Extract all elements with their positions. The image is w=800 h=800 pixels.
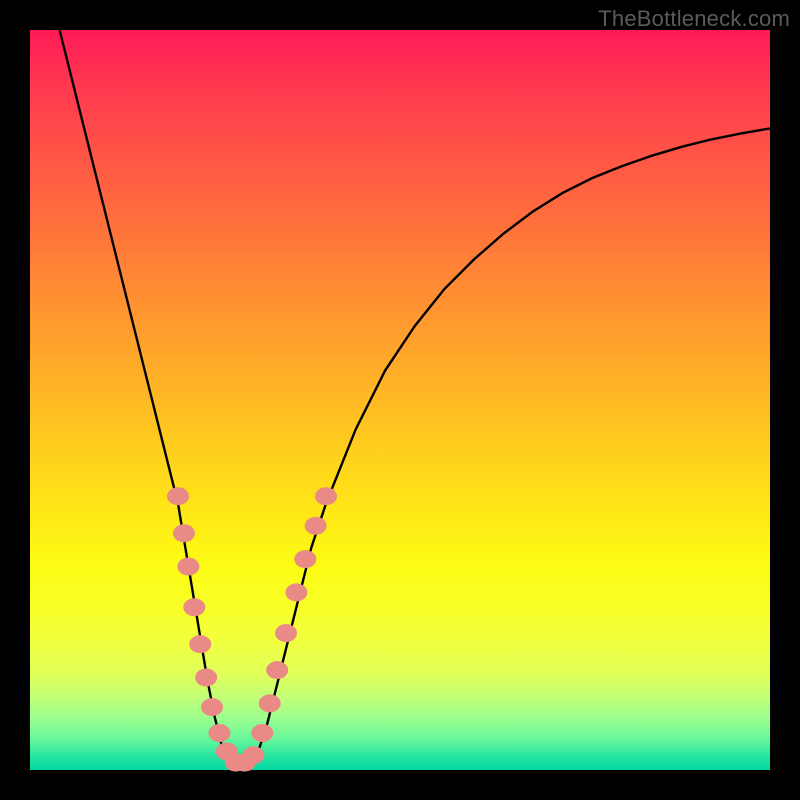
watermark-text: TheBottleneck.com: [598, 6, 790, 32]
data-marker: [266, 661, 288, 679]
data-marker: [259, 694, 281, 712]
curve-layer: [30, 30, 770, 770]
data-marker: [208, 724, 230, 742]
data-marker: [195, 669, 217, 687]
data-marker: [201, 698, 223, 716]
data-marker: [189, 635, 211, 653]
data-marker: [294, 550, 316, 568]
data-marker: [183, 598, 205, 616]
data-marker: [315, 487, 337, 505]
data-marker: [275, 624, 297, 642]
plot-area: [30, 30, 770, 770]
bottleneck-curve: [60, 30, 770, 770]
data-marker: [242, 746, 264, 764]
data-marker: [251, 724, 273, 742]
data-marker: [285, 583, 307, 601]
data-marker: [177, 558, 199, 576]
data-marker: [305, 517, 327, 535]
data-marker: [167, 487, 189, 505]
chart-frame: TheBottleneck.com: [0, 0, 800, 800]
marker-layer: [167, 487, 337, 771]
data-marker: [173, 524, 195, 542]
